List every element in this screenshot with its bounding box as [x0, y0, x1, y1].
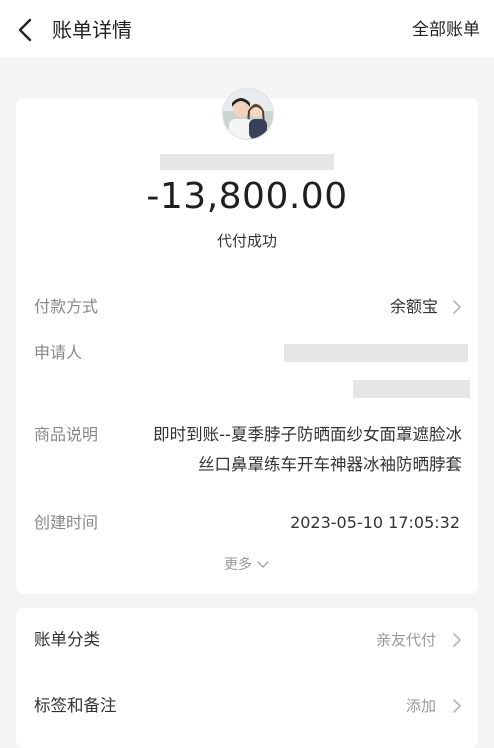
tags-notes-row[interactable]: 标签和备注 添加 — [16, 682, 478, 732]
created-time-value: 2023-05-10 17:05:32 — [290, 513, 460, 532]
chevron-right-icon — [453, 699, 461, 713]
bill-extra-card: 账单分类 亲友代付 标签和备注 添加 — [16, 608, 478, 748]
redacted-applicant-name — [284, 344, 468, 362]
redacted-applicant-account — [353, 380, 470, 398]
product-desc-value: 即时到账--夏季脖子防晒面纱女面罩遮脸冰 丝口鼻罩练车开车神器冰袖防晒脖套 — [124, 420, 462, 480]
all-bills-link[interactable]: 全部账单 — [412, 14, 480, 46]
chevron-right-icon[interactable] — [452, 299, 462, 315]
bill-category-value: 亲友代付 — [375, 631, 436, 649]
product-desc-line-1: 即时到账--夏季脖子防晒面纱女面罩遮脸冰 — [153, 425, 462, 444]
page-title: 账单详情 — [52, 18, 132, 42]
product-desc-label: 商品说明 — [34, 425, 99, 444]
applicant-label: 申请人 — [34, 343, 83, 362]
payment-status: 代付成功 — [216, 232, 277, 250]
product-desc-line-2: 丝口鼻罩练车开车神器冰袖防晒脖套 — [198, 455, 462, 474]
bill-category-row[interactable]: 账单分类 亲友代付 — [16, 616, 478, 666]
back-button[interactable] — [10, 14, 42, 46]
chevron-left-icon — [18, 18, 32, 42]
bill-category-label: 账单分类 — [34, 630, 100, 649]
chevron-right-icon — [453, 633, 461, 647]
avatar-photo-icon — [223, 89, 273, 139]
payment-method-value[interactable]: 余额宝 — [390, 295, 438, 319]
more-toggle[interactable]: 更多 — [16, 554, 478, 576]
top-bar: 账单详情 全部账单 — [0, 0, 494, 59]
tags-notes-label: 标签和备注 — [34, 696, 117, 715]
created-time-label: 创建时间 — [34, 513, 99, 532]
payment-method-label: 付款方式 — [34, 297, 99, 316]
more-label: 更多 — [224, 557, 252, 573]
redacted-payee-name — [160, 154, 334, 170]
chevron-down-icon — [257, 561, 269, 568]
tags-notes-value: 添加 — [405, 697, 436, 715]
avatar[interactable] — [222, 88, 274, 140]
bill-amount: -13,800.00 — [146, 176, 348, 217]
bill-detail-card: -13,800.00 代付成功 付款方式 余额宝 申请人 商品说明 即时到账--… — [16, 88, 478, 594]
